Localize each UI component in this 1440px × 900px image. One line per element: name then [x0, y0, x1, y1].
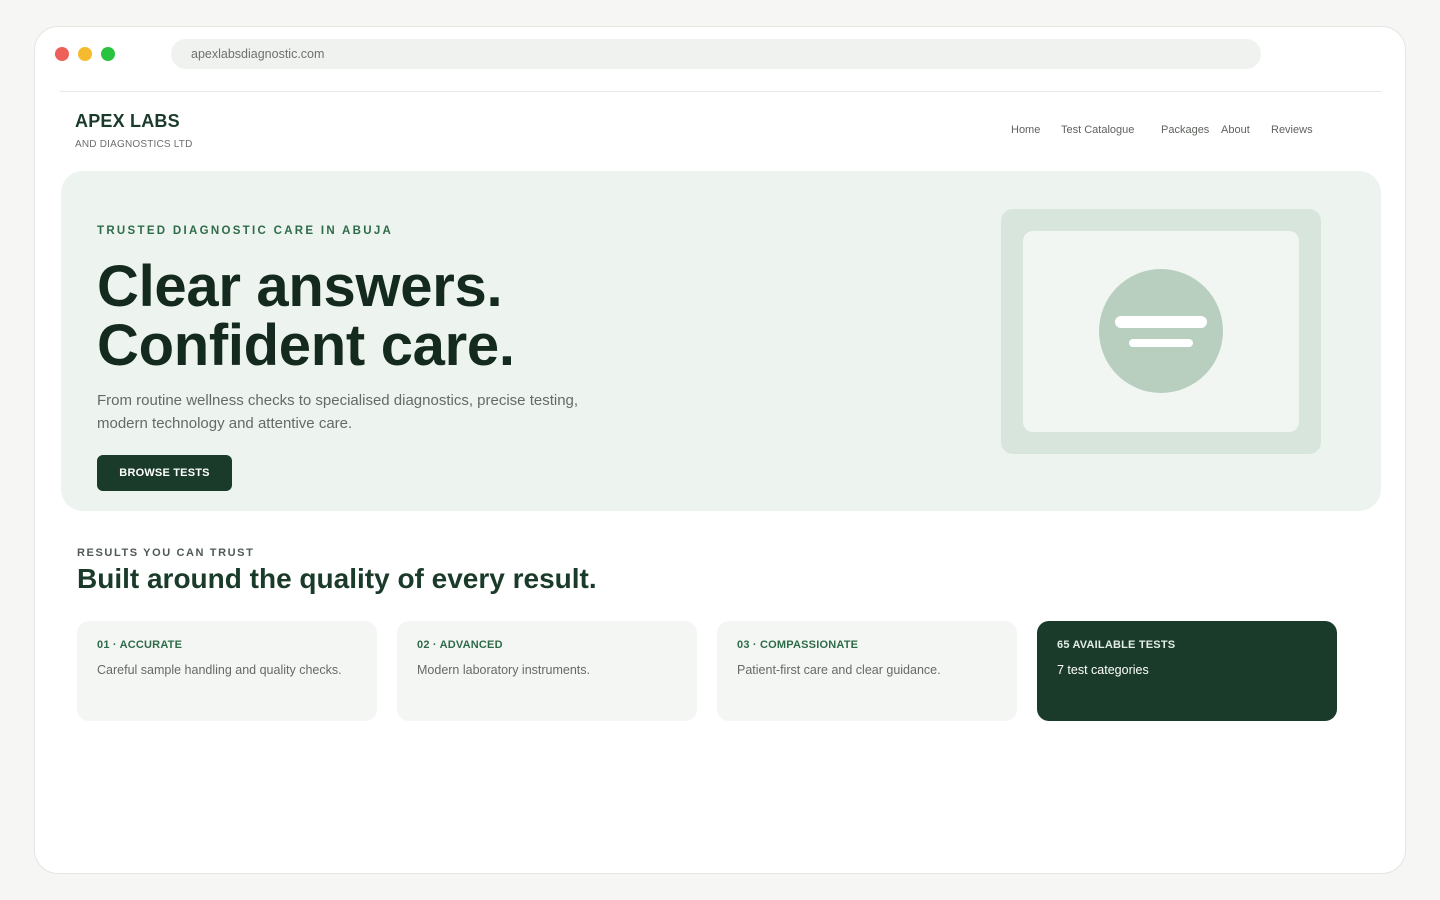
maximize-window-button[interactable]	[101, 47, 115, 61]
card-text: Careful sample handling and quality chec…	[97, 663, 342, 677]
address-bar[interactable]: apexlabsdiagnostic.com	[171, 39, 1261, 69]
feature-card-compassionate: 03 · COMPASSIONATE Patient-first care an…	[717, 621, 1017, 721]
hero-section: TRUSTED DIAGNOSTIC CARE IN ABUJA Clear a…	[61, 171, 1381, 511]
hero-title: Clear answers. Confident care.	[97, 257, 515, 375]
nav-test-catalogue[interactable]: Test Catalogue	[1061, 124, 1134, 136]
quality-title: Built around the quality of every result…	[77, 563, 597, 594]
available-tests-card[interactable]: 65 AVAILABLE TESTS 7 test categories	[1037, 621, 1337, 721]
card-text: Modern laboratory instruments.	[417, 663, 590, 677]
document-icon	[1099, 269, 1223, 393]
browse-tests-button[interactable]: BROWSE TESTS	[97, 455, 232, 491]
brand-subtitle: AND DIAGNOSTICS LTD	[75, 139, 193, 150]
illustration-line	[1129, 339, 1193, 347]
card-label: 65 AVAILABLE TESTS	[1057, 639, 1176, 651]
brand-name[interactable]: APEX LABS	[75, 111, 180, 132]
hero-title-line-2: Confident care.	[97, 313, 515, 378]
feature-card-advanced: 02 · ADVANCED Modern laboratory instrume…	[397, 621, 697, 721]
hero-illustration	[1001, 209, 1321, 454]
chrome-divider	[60, 91, 1382, 92]
card-label: 01 · ACCURATE	[97, 639, 183, 651]
illustration-line	[1115, 316, 1207, 328]
feature-card-accurate: 01 · ACCURATE Careful sample handling an…	[77, 621, 377, 721]
nav-about[interactable]: About	[1221, 124, 1250, 136]
nav-reviews[interactable]: Reviews	[1271, 124, 1313, 136]
browser-window: apexlabsdiagnostic.com APEX LABS AND DIA…	[34, 26, 1406, 874]
nav-home[interactable]: Home	[1011, 124, 1040, 136]
illustration-panel	[1023, 231, 1299, 432]
card-label: 03 · COMPASSIONATE	[737, 639, 859, 651]
nav-packages[interactable]: Packages	[1161, 124, 1209, 136]
quality-eyebrow: RESULTS YOU CAN TRUST	[77, 547, 255, 559]
minimize-window-button[interactable]	[78, 47, 92, 61]
hero-title-line-1: Clear answers.	[97, 254, 503, 319]
hero-description: From routine wellness checks to speciali…	[97, 392, 579, 432]
card-text: Patient-first care and clear guidance.	[737, 663, 941, 677]
hero-eyebrow: TRUSTED DIAGNOSTIC CARE IN ABUJA	[97, 225, 394, 237]
card-label: 02 · ADVANCED	[417, 639, 503, 651]
card-text: 7 test categories	[1057, 663, 1149, 677]
close-window-button[interactable]	[55, 47, 69, 61]
